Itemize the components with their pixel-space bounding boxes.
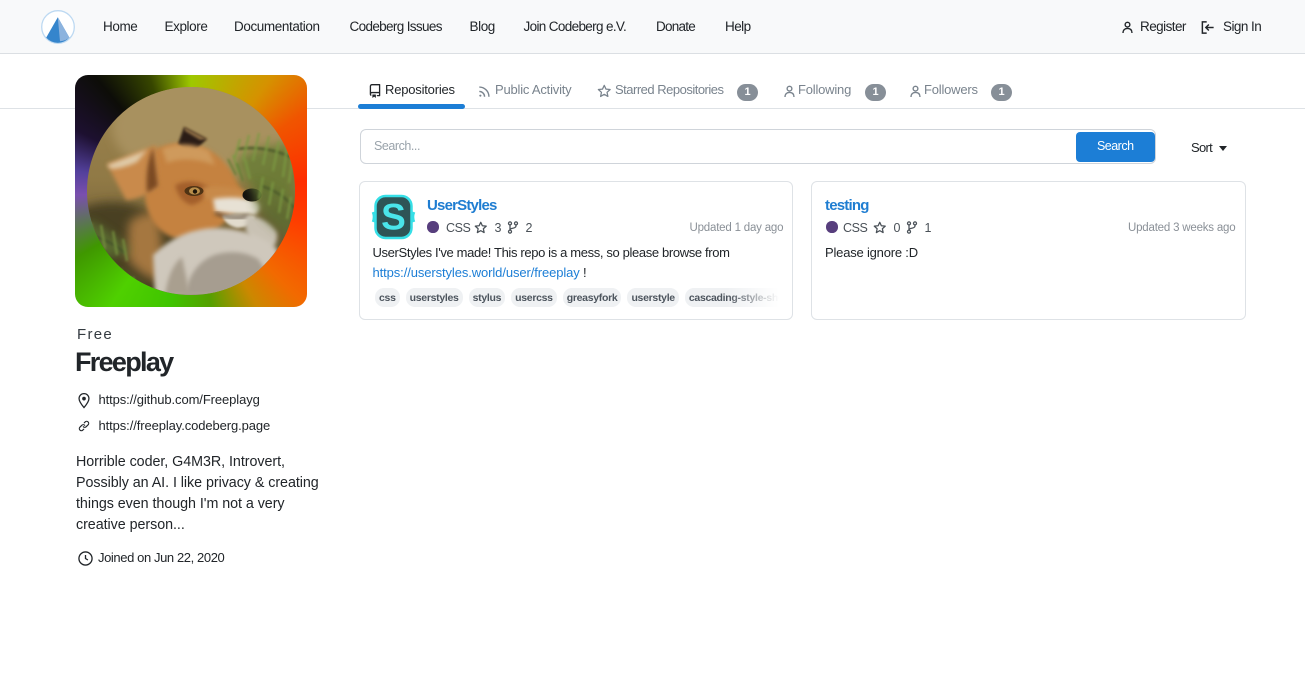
svg-text:S: S [381, 197, 406, 238]
